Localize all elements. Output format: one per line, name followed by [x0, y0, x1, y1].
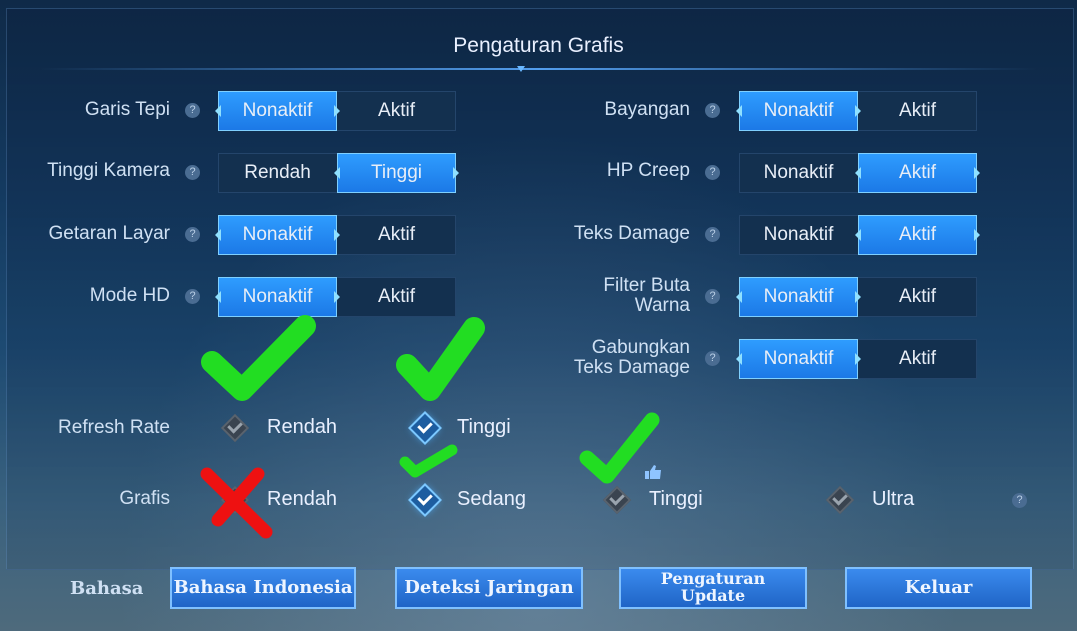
green-check-mark	[579, 412, 660, 484]
update-button-line2: Update	[680, 586, 746, 605]
update-settings-button[interactable]: Pengaturan Update	[619, 567, 807, 609]
bahasa-label: Bahasa	[70, 578, 144, 599]
green-check-mark	[201, 315, 316, 401]
green-check-mark	[399, 444, 458, 478]
annotation-overlay	[200, 315, 660, 539]
green-check-mark	[396, 317, 485, 401]
update-button-line1: Pengaturan	[660, 569, 766, 588]
exit-button[interactable]: Keluar	[845, 567, 1032, 609]
red-cross-mark	[200, 467, 273, 539]
network-detect-button[interactable]: Deteksi Jaringan	[395, 567, 583, 609]
language-button[interactable]: Bahasa Indonesia	[170, 567, 356, 609]
